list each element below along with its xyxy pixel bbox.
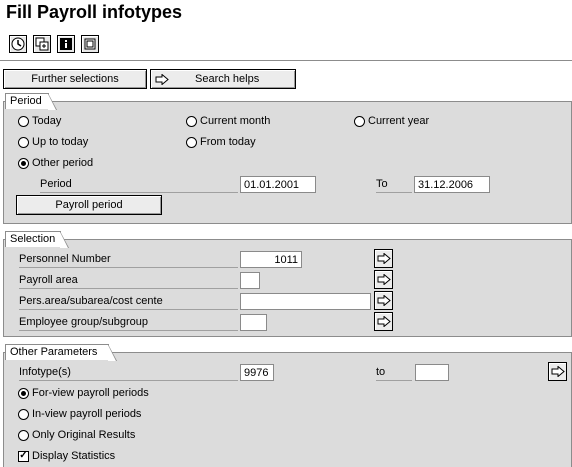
display-statistics-label: Display Statistics (32, 450, 116, 462)
row-underline (19, 288, 238, 289)
radio-original-results[interactable]: Only Original Results (18, 429, 135, 441)
infotype-to-label: to (376, 366, 386, 378)
infotype-to-underline (376, 380, 412, 381)
radio-button[interactable] (18, 115, 29, 127)
personnel-number-label: Personnel Number (19, 253, 111, 265)
pers-area-multiple-selection-button[interactable] (374, 291, 393, 310)
period-from-field[interactable]: 01.01.2001 (240, 176, 316, 193)
further-selections-button[interactable]: Further selections (3, 69, 147, 89)
period-to-field[interactable]: 31.12.2006 (414, 176, 490, 193)
radio-current-year[interactable]: Current year (354, 115, 429, 127)
radio-for-view-label: For-view payroll periods (32, 387, 149, 399)
selection-frame-title: Selection (5, 231, 69, 248)
pers-area-label: Pers.area/subarea/cost cente (19, 295, 163, 307)
other-parameters-frame-title: Other Parameters (5, 344, 117, 361)
radio-button[interactable] (18, 408, 29, 420)
radio-from-today-label: From today (200, 136, 256, 148)
radio-button[interactable] (18, 136, 29, 148)
arrow-right-icon (551, 366, 565, 377)
pers-area-field[interactable] (240, 293, 371, 310)
fullscreen-icon[interactable] (81, 35, 99, 53)
page-title: Fill Payroll infotypes (6, 2, 183, 22)
info-icon[interactable] (57, 35, 75, 53)
search-helps-button[interactable]: Search helps (150, 69, 296, 89)
search-helps-label: Search helps (195, 73, 260, 85)
infotype-multiple-selection-button[interactable] (548, 362, 567, 381)
personnel-number-field[interactable]: 1011 (240, 251, 302, 268)
radio-button-selected[interactable] (18, 157, 29, 169)
display-statistics-checkbox[interactable]: ✓ Display Statistics (18, 450, 115, 462)
arrow-right-icon (155, 73, 169, 85)
radio-original-results-label: Only Original Results (32, 429, 136, 441)
radio-for-view[interactable]: For-view payroll periods (18, 387, 149, 399)
toolbar-divider (0, 60, 572, 61)
arrow-right-icon (377, 274, 391, 285)
radio-button[interactable] (186, 136, 197, 148)
execute-icon[interactable] (9, 35, 27, 53)
payroll-area-multiple-selection-button[interactable] (374, 270, 393, 289)
radio-button-selected[interactable] (18, 387, 29, 399)
radio-today[interactable]: Today (18, 115, 61, 127)
arrow-right-icon (377, 295, 391, 306)
employee-group-multiple-selection-button[interactable] (374, 312, 393, 331)
infotype-underline (19, 380, 238, 381)
arrow-right-icon (377, 316, 391, 327)
payroll-area-field[interactable] (240, 272, 260, 289)
row-underline (19, 267, 238, 268)
radio-current-year-label: Current year (368, 115, 430, 127)
infotype-to-field[interactable] (415, 364, 449, 381)
checkmark-icon[interactable]: ✓ (18, 450, 29, 462)
radio-other-period-label: Other period (32, 157, 94, 169)
period-label-underline (40, 192, 238, 193)
radio-in-view-label: In-view payroll periods (32, 408, 142, 420)
period-to-underline (376, 192, 412, 193)
period-to-label: To (376, 178, 388, 190)
radio-button[interactable] (186, 115, 197, 127)
period-frame-title: Period (5, 93, 57, 110)
infotype-from-field[interactable]: 9976 (240, 364, 274, 381)
employee-group-label: Employee group/subgroup (19, 316, 149, 328)
copy-icon[interactable] (33, 35, 51, 53)
radio-today-label: Today (32, 115, 62, 127)
personnel-number-multiple-selection-button[interactable] (374, 249, 393, 268)
radio-in-view[interactable]: In-view payroll periods (18, 408, 141, 420)
row-underline (19, 309, 238, 310)
radio-other-period[interactable]: Other period (18, 157, 93, 169)
infotype-label: Infotype(s) (19, 366, 71, 378)
employee-group-field[interactable] (240, 314, 267, 331)
radio-button[interactable] (18, 429, 29, 441)
arrow-right-icon (377, 253, 391, 264)
row-underline (19, 330, 238, 331)
radio-current-month-label: Current month (200, 115, 271, 127)
radio-up-to-today[interactable]: Up to today (18, 136, 88, 148)
payroll-area-label: Payroll area (19, 274, 78, 286)
period-label: Period (40, 178, 72, 190)
radio-current-month[interactable]: Current month (186, 115, 270, 127)
radio-button[interactable] (354, 115, 365, 127)
payroll-period-button[interactable]: Payroll period (16, 195, 162, 215)
radio-up-to-today-label: Up to today (32, 136, 89, 148)
radio-from-today[interactable]: From today (186, 136, 256, 148)
